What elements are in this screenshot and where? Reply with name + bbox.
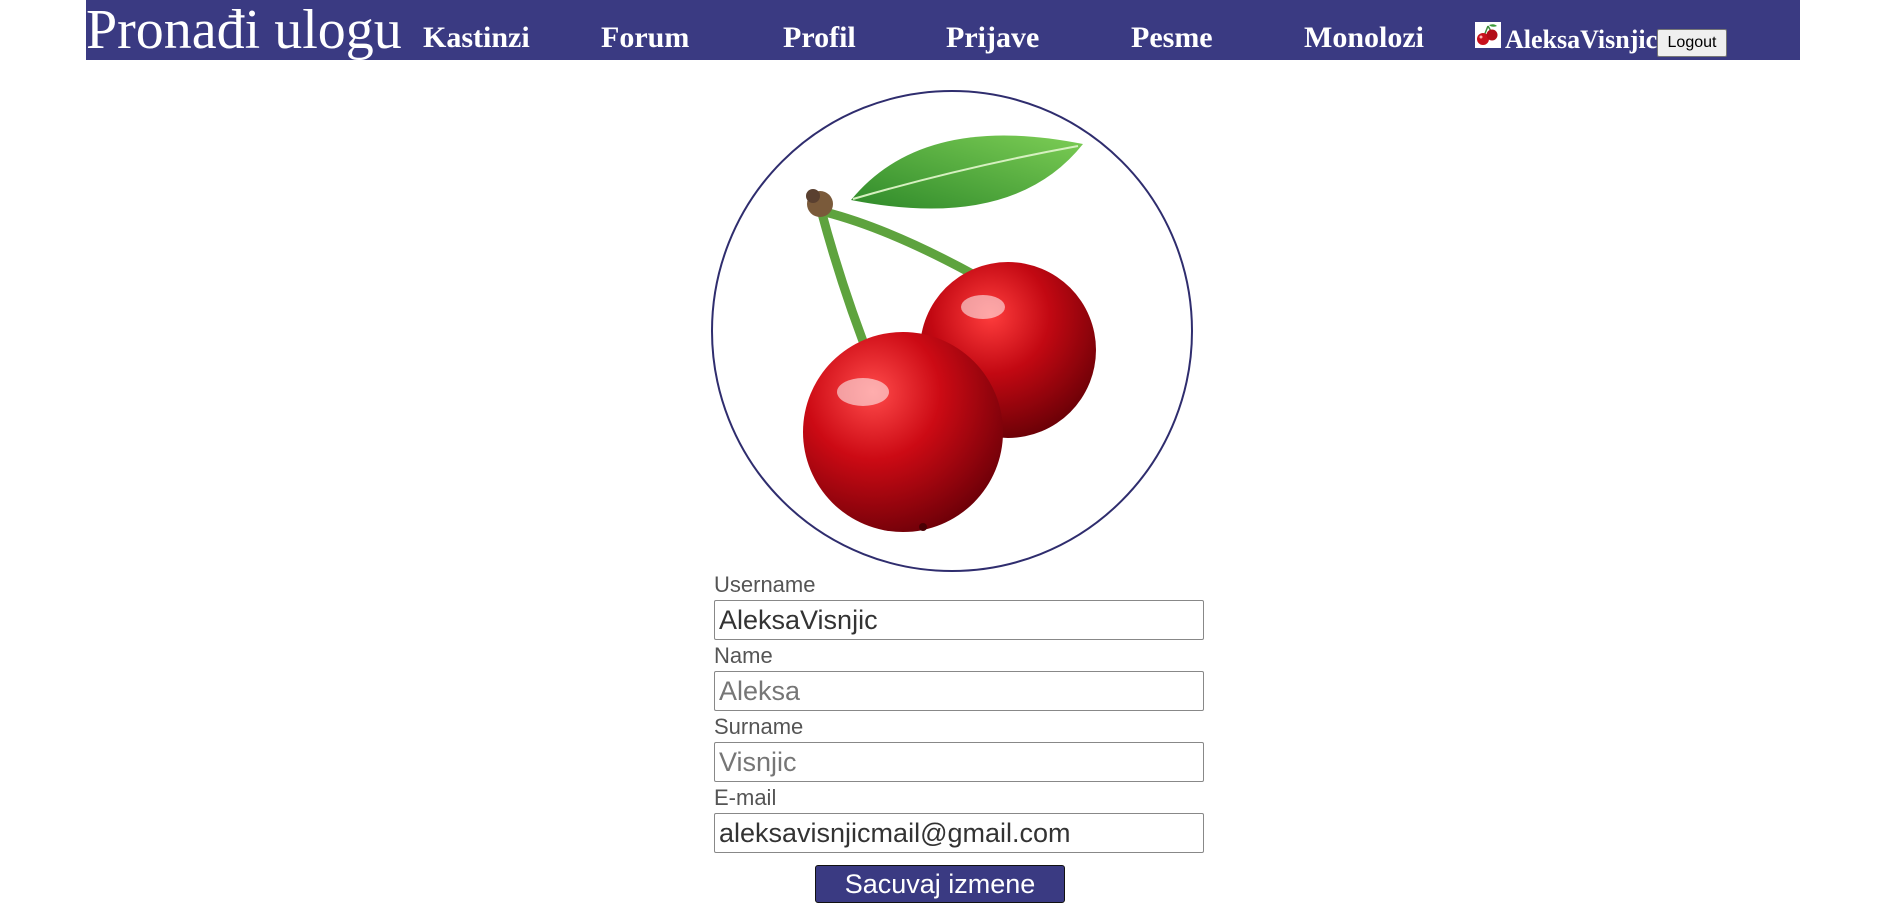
profile-form: Username Name Surname E-mail [714,572,1204,856]
nav-link-monolozi[interactable]: Monolozi [1304,20,1424,56]
nav-link-profil[interactable]: Profil [783,20,856,56]
user-avatar-icon[interactable] [1475,22,1501,48]
nav-link-kastinzi[interactable]: Kastinzi [423,20,530,56]
username-field[interactable] [714,600,1204,640]
logout-button[interactable]: Logout [1657,29,1727,57]
nav-link-prijave[interactable]: Prijave [946,20,1039,56]
email-label: E-mail [714,785,777,810]
surname-label: Surname [714,714,804,739]
save-changes-button[interactable]: Sacuvaj izmene [815,865,1065,903]
email-field[interactable] [714,813,1204,853]
top-navbar: Pronađi ulogu Kastinzi Forum Profil Prij… [86,0,1800,63]
nav-link-pesme[interactable]: Pesme [1131,20,1213,56]
site-brand[interactable]: Pronađi ulogu [86,0,402,63]
name-label: Name [714,643,773,668]
name-field[interactable] [714,671,1204,711]
profile-picture[interactable] [711,90,1193,572]
nav-link-forum[interactable]: Forum [601,20,689,56]
surname-field[interactable] [714,742,1204,782]
username-label: Username [714,572,816,597]
username-display[interactable]: AleksaVisnjic [1505,24,1657,56]
cherry-image [803,135,1096,532]
